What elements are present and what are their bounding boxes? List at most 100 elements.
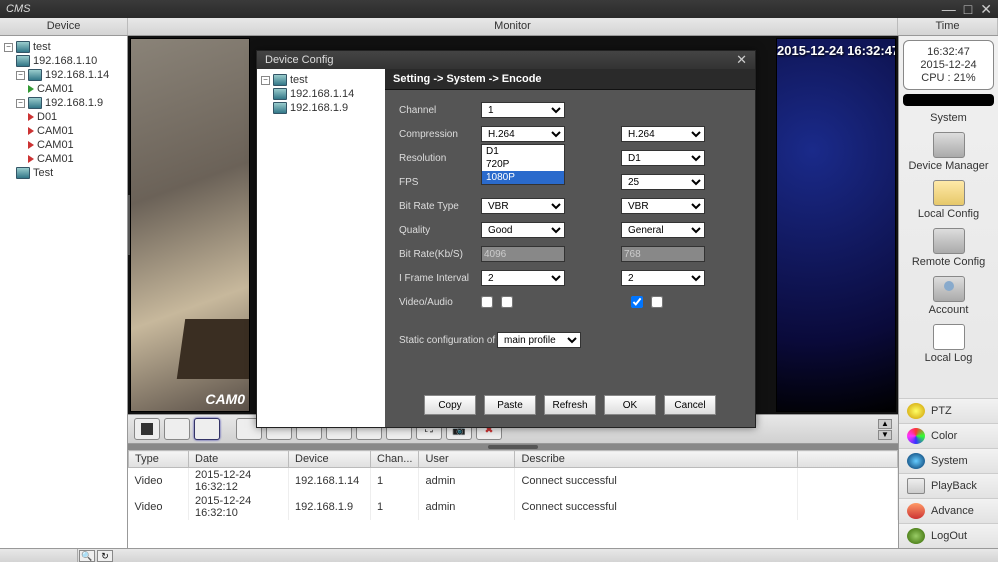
- color-icon: [907, 428, 925, 444]
- device-manager-icon: [933, 132, 965, 158]
- tree-root[interactable]: −test: [4, 40, 123, 54]
- tree-device[interactable]: 192.168.1.10: [4, 54, 123, 68]
- tree-channel[interactable]: D01: [4, 110, 123, 124]
- system-icon: [907, 453, 925, 469]
- splitter-handle[interactable]: [128, 444, 898, 450]
- compression-a-select[interactable]: H.264: [481, 126, 565, 142]
- tab-bar: Device Monitor Time: [0, 18, 998, 36]
- col-type[interactable]: Type: [129, 451, 189, 468]
- system-button[interactable]: System: [899, 448, 998, 473]
- fps-b-select[interactable]: 25: [621, 174, 705, 190]
- label-channel: Channel: [399, 105, 481, 116]
- ok-button[interactable]: OK: [604, 395, 656, 415]
- account-button[interactable]: Account: [899, 270, 998, 318]
- resolution-dropdown-list[interactable]: D1 720P 1080P: [481, 144, 565, 185]
- dropdown-option[interactable]: D1: [482, 145, 564, 158]
- bitrate-type-b-select[interactable]: VBR: [621, 198, 705, 214]
- remote-config-button[interactable]: Remote Config: [899, 222, 998, 270]
- audio-b-checkbox[interactable]: [651, 296, 663, 308]
- dropdown-option[interactable]: 1080P: [482, 171, 564, 184]
- camera-icon: [28, 141, 34, 149]
- iframe-a-select[interactable]: 2: [481, 270, 565, 286]
- layout-4-button[interactable]: [164, 418, 190, 440]
- advance-button[interactable]: Advance: [899, 498, 998, 523]
- clock-box: 16:32:47 2015-12-24 CPU : 21%: [903, 40, 994, 90]
- clock-date: 2015-12-24: [920, 59, 976, 71]
- clock-cpu: CPU : 21%: [921, 72, 975, 84]
- scroll-down-icon[interactable]: ▼: [878, 430, 892, 440]
- tree-device[interactable]: 192.168.1.14: [261, 87, 381, 101]
- tab-monitor[interactable]: Monitor: [128, 18, 898, 35]
- video-cell[interactable]: 2015-12-24 16:32:47: [776, 38, 896, 412]
- profile-select[interactable]: main profile: [497, 332, 581, 348]
- tree-camera[interactable]: CAM01: [4, 152, 123, 166]
- tree-device[interactable]: 192.168.1.9: [261, 101, 381, 115]
- tree-camera[interactable]: CAM01: [4, 124, 123, 138]
- refresh-button[interactable]: Refresh: [544, 395, 596, 415]
- local-config-button[interactable]: Local Config: [899, 174, 998, 222]
- video-label: CAM0: [205, 391, 245, 407]
- channel-select[interactable]: 1: [481, 102, 565, 118]
- user-icon: [933, 276, 965, 302]
- camera-icon: [28, 155, 34, 163]
- ptz-icon: [907, 403, 925, 419]
- label-compression: Compression: [399, 129, 481, 140]
- color-button[interactable]: Color: [899, 423, 998, 448]
- maximize-icon[interactable]: □: [964, 1, 972, 18]
- bitrate-type-a-select[interactable]: VBR: [481, 198, 565, 214]
- table-row[interactable]: Video 2015-12-24 16:32:10 192.168.1.9 1 …: [129, 494, 898, 520]
- layout-6-button[interactable]: [194, 418, 220, 440]
- dialog-close-icon[interactable]: ✕: [736, 52, 747, 68]
- video-cell[interactable]: CAM0: [130, 38, 250, 412]
- paste-button[interactable]: Paste: [484, 395, 536, 415]
- tree-camera[interactable]: CAM01: [4, 82, 123, 96]
- clock-time: 16:32:47: [927, 46, 970, 58]
- col-device[interactable]: Device: [289, 451, 371, 468]
- video-b-checkbox[interactable]: [631, 296, 643, 308]
- advance-icon: [907, 503, 925, 519]
- video-a-checkbox[interactable]: [481, 296, 493, 308]
- dropdown-option[interactable]: 720P: [482, 158, 564, 171]
- layout-1-button[interactable]: [134, 418, 160, 440]
- quality-a-select[interactable]: Good: [481, 222, 565, 238]
- camera-icon: [28, 113, 34, 121]
- col-user[interactable]: User: [419, 451, 515, 468]
- search-icon[interactable]: 🔍: [79, 550, 95, 562]
- refresh-icon[interactable]: ↻: [97, 550, 113, 562]
- close-icon[interactable]: ✕: [980, 1, 992, 18]
- scroll-up-icon[interactable]: ▲: [878, 419, 892, 429]
- minimize-icon[interactable]: —: [942, 1, 956, 18]
- cancel-button[interactable]: Cancel: [664, 395, 716, 415]
- resolution-b-select[interactable]: D1: [621, 150, 705, 166]
- copy-button[interactable]: Copy: [424, 395, 476, 415]
- host-icon: [16, 41, 30, 53]
- tab-time[interactable]: Time: [898, 18, 998, 35]
- device-manager-button[interactable]: Device Manager: [899, 126, 998, 174]
- ptz-button[interactable]: PTZ: [899, 398, 998, 423]
- logout-button[interactable]: LogOut: [899, 523, 998, 548]
- local-log-button[interactable]: Local Log: [899, 318, 998, 366]
- tab-device[interactable]: Device: [0, 18, 128, 35]
- tree-device[interactable]: −192.168.1.14: [4, 68, 123, 82]
- tree-camera[interactable]: CAM01: [4, 138, 123, 152]
- logout-icon: [907, 528, 925, 544]
- col-channel[interactable]: Chan...: [371, 451, 419, 468]
- tree-root[interactable]: −test: [261, 73, 381, 87]
- tree-device[interactable]: Test: [4, 166, 123, 180]
- col-date[interactable]: Date: [189, 451, 289, 468]
- tree-device[interactable]: −192.168.1.9: [4, 96, 123, 110]
- nvr-icon: [28, 69, 42, 81]
- video-timestamp: 2015-12-24 16:32:47: [777, 43, 895, 58]
- col-describe[interactable]: Describe: [515, 451, 798, 468]
- compression-b-select[interactable]: H.264: [621, 126, 705, 142]
- iframe-b-select[interactable]: 2: [621, 270, 705, 286]
- playback-button[interactable]: PlayBack: [899, 473, 998, 498]
- document-icon: [933, 324, 965, 350]
- table-row[interactable]: Video 2015-12-24 16:32:12 192.168.1.14 1…: [129, 468, 898, 495]
- nvr-icon: [16, 55, 30, 67]
- audio-a-checkbox[interactable]: [501, 296, 513, 308]
- log-panel: Type Date Device Chan... User Describe V…: [128, 444, 898, 548]
- col-extra[interactable]: [798, 451, 898, 468]
- dialog-titlebar[interactable]: Device Config ✕: [257, 51, 755, 69]
- quality-b-select[interactable]: General: [621, 222, 705, 238]
